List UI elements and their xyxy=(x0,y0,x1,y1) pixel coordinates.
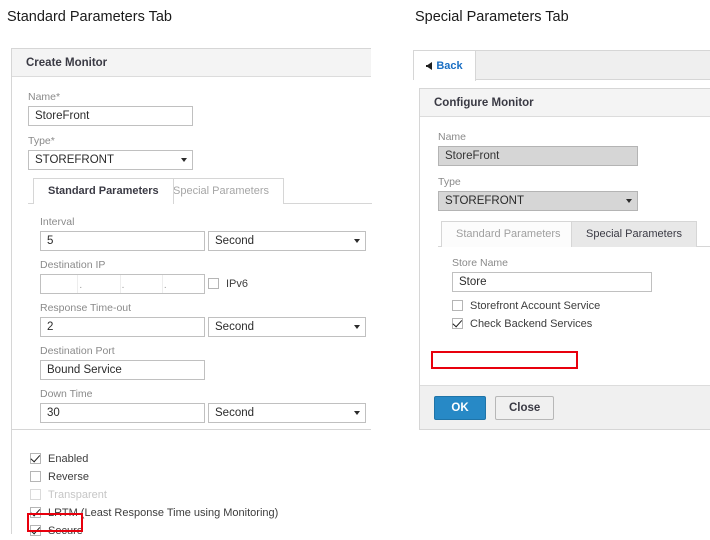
option-secure-row[interactable]: Secure xyxy=(30,522,371,539)
storefront-account-service-checkbox[interactable] xyxy=(452,300,463,311)
ok-button[interactable]: OK xyxy=(434,395,486,420)
create-monitor-card: Create Monitor Name* StoreFront Type* ST… xyxy=(11,48,372,430)
configure-monitor-body: Name StoreFront Type STOREFRONT Standard… xyxy=(420,117,710,429)
create-monitor-title: Create Monitor xyxy=(12,49,371,77)
right-name-input: StoreFront xyxy=(438,146,638,166)
response-timeout-unit-value: Second xyxy=(215,321,255,333)
configure-monitor-card: Configure Monitor Name StoreFront Type S… xyxy=(419,88,710,430)
destination-port-row: Destination Port Bound Service xyxy=(40,345,371,380)
type-select-value: STOREFRONT xyxy=(35,154,115,166)
destination-ip-label: Destination IP xyxy=(40,259,106,271)
right-tab-special-parameters[interactable]: Special Parameters xyxy=(571,221,697,247)
close-button[interactable]: Close xyxy=(495,395,555,420)
ip-octet-4[interactable] xyxy=(168,275,204,293)
lrtm-label: LRTM (Least Response Time using Monitori… xyxy=(48,506,279,519)
chevron-down-icon xyxy=(354,325,360,329)
chevron-down-icon xyxy=(354,411,360,415)
right-tabstrip: Standard Parameters Special Parameters xyxy=(438,221,710,247)
response-timeout-unit-select[interactable]: Second xyxy=(208,317,366,337)
ip-octet-3[interactable] xyxy=(126,275,163,293)
ip-octet-1[interactable] xyxy=(41,275,79,293)
option-enabled-row[interactable]: Enabled xyxy=(30,450,371,467)
transparent-label: Transparent xyxy=(48,488,107,501)
right-section-heading: Special Parameters Tab xyxy=(415,9,569,25)
response-timeout-input[interactable]: 2 xyxy=(40,317,205,337)
response-timeout-row: Response Time-out 2 Second xyxy=(40,302,371,337)
back-button[interactable]: Back xyxy=(414,51,476,81)
destination-port-input[interactable]: Bound Service xyxy=(40,360,205,380)
response-timeout-label: Response Time-out xyxy=(40,302,132,314)
store-name-input[interactable]: Store xyxy=(452,272,652,292)
destination-port-label: Destination Port xyxy=(40,345,115,357)
secure-checkbox[interactable] xyxy=(30,525,41,536)
arrow-left-icon xyxy=(426,62,433,70)
reverse-checkbox[interactable] xyxy=(30,471,41,482)
enabled-checkbox[interactable] xyxy=(30,453,41,464)
right-tab-standard-parameters[interactable]: Standard Parameters xyxy=(441,221,576,247)
check-backend-services-label: Check Backend Services xyxy=(470,317,593,330)
chevron-down-icon xyxy=(181,158,187,162)
down-time-unit-select[interactable]: Second xyxy=(208,403,366,423)
interval-unit-value: Second xyxy=(215,235,255,247)
right-type-select: STOREFRONT xyxy=(438,191,638,211)
secure-label: Secure xyxy=(48,524,83,537)
special-parameters-form: Store Name Store Storefront Account Serv… xyxy=(438,247,710,330)
monitor-options-list: Enabled Reverse Transparent LRTM (Least … xyxy=(12,430,371,539)
name-label: Name* xyxy=(28,91,61,103)
monitor-options-section: Enabled Reverse Transparent LRTM (Least … xyxy=(11,430,371,537)
storefront-account-service-label: Storefront Account Service xyxy=(470,299,601,312)
reverse-label: Reverse xyxy=(48,470,89,483)
chevron-down-icon xyxy=(626,199,632,203)
interval-input[interactable]: 5 xyxy=(40,231,205,251)
left-tabstrip: Standard Parameters Special Parameters xyxy=(28,178,372,204)
type-label: Type* xyxy=(28,135,55,147)
down-time-label: Down Time xyxy=(40,388,93,400)
check-backend-services-checkbox[interactable] xyxy=(452,318,463,329)
interval-row: Interval 5 Second xyxy=(40,216,371,251)
special-options-list: Storefront Account Service Check Backend… xyxy=(452,297,710,332)
standard-parameters-form: Interval 5 Second Destination IP . . . I… xyxy=(28,204,371,423)
store-name-label: Store Name xyxy=(452,257,509,269)
destination-ip-row: Destination IP . . . IPv6 xyxy=(40,259,371,294)
type-select[interactable]: STOREFRONT xyxy=(28,150,193,170)
right-type-select-value: STOREFRONT xyxy=(445,195,525,207)
down-time-row: Down Time 30 Second xyxy=(40,388,371,423)
name-input[interactable]: StoreFront xyxy=(28,106,193,126)
option-lrtm-row[interactable]: LRTM (Least Response Time using Monitori… xyxy=(30,504,371,521)
lrtm-checkbox[interactable] xyxy=(30,507,41,518)
transparent-checkbox xyxy=(30,489,41,500)
tab-standard-parameters[interactable]: Standard Parameters xyxy=(33,178,174,204)
enabled-label: Enabled xyxy=(48,452,89,465)
option-check-backend-services-row[interactable]: Check Backend Services xyxy=(452,315,710,332)
ip-octet-2[interactable] xyxy=(83,275,121,293)
right-type-label: Type xyxy=(438,176,461,188)
configure-monitor-title: Configure Monitor xyxy=(420,89,710,117)
interval-label: Interval xyxy=(40,216,75,228)
dialog-footer: OK Close xyxy=(420,385,710,429)
down-time-input[interactable]: 30 xyxy=(40,403,205,423)
down-time-unit-value: Second xyxy=(215,407,255,419)
interval-unit-select[interactable]: Second xyxy=(208,231,366,251)
ipv6-checkbox[interactable] xyxy=(208,278,219,289)
back-bar: Back xyxy=(413,50,710,81)
option-storefront-account-service-row[interactable]: Storefront Account Service xyxy=(452,297,710,314)
ipv6-label: IPv6 xyxy=(226,277,249,290)
create-monitor-body: Name* StoreFront Type* STOREFRONT Standa… xyxy=(12,77,372,423)
chevron-down-icon xyxy=(354,239,360,243)
left-section-heading: Standard Parameters Tab xyxy=(7,9,172,25)
ipv6-checkbox-row[interactable]: IPv6 xyxy=(208,275,248,292)
option-reverse-row[interactable]: Reverse xyxy=(30,468,371,485)
destination-ip-input[interactable]: . . . xyxy=(40,274,205,294)
option-transparent-row: Transparent xyxy=(30,486,371,503)
back-button-label: Back xyxy=(436,60,463,72)
right-name-label: Name xyxy=(438,131,467,143)
tab-special-parameters[interactable]: Special Parameters xyxy=(158,178,284,204)
